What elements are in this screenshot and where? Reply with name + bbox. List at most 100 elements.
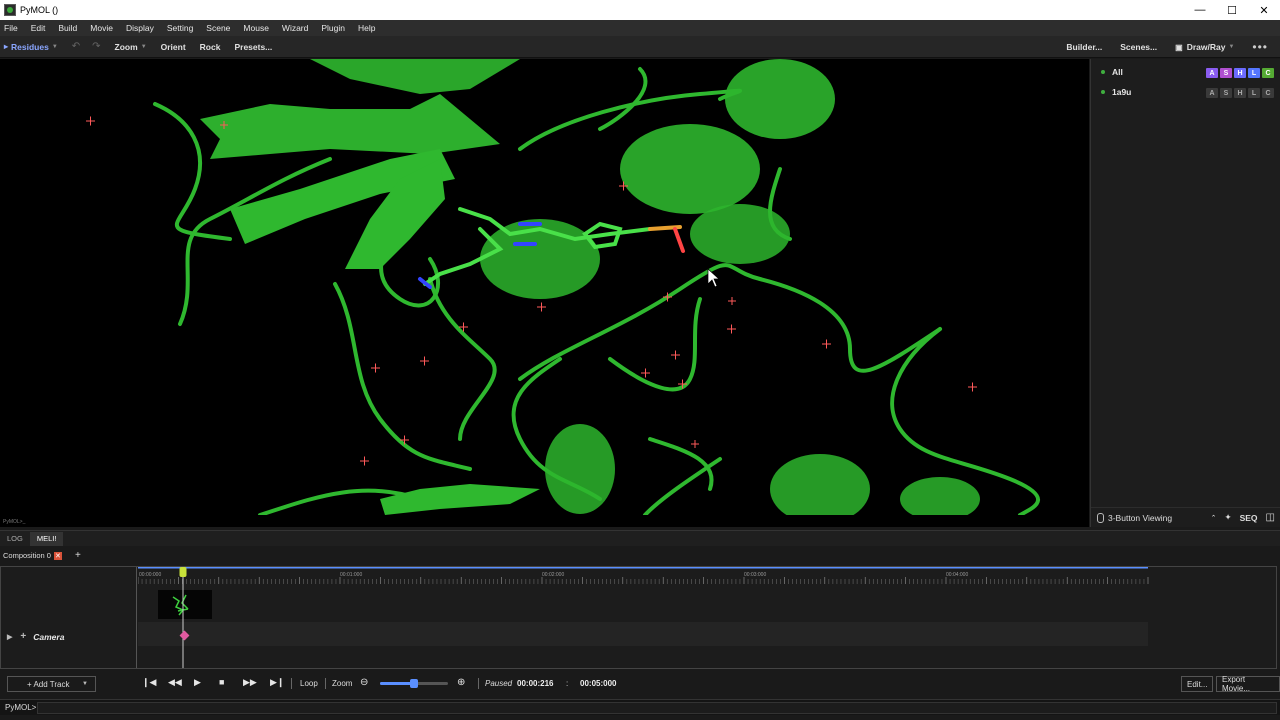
zoom-slider-thumb[interactable] [410, 679, 418, 688]
show-button[interactable]: S [1220, 68, 1232, 78]
menu-wizard[interactable]: Wizard [282, 23, 308, 33]
cursor-arrow-icon: ▸ [4, 42, 9, 51]
window-title: PyMOL () [20, 5, 59, 15]
menu-help[interactable]: Help [358, 23, 375, 33]
visibility-dot-icon[interactable] [1101, 70, 1105, 74]
more-options-icon[interactable]: ••• [1252, 40, 1268, 54]
timeline-top-line [138, 567, 1148, 569]
playhead-handle[interactable] [179, 567, 187, 577]
chevron-up-icon[interactable]: ⌃ [1211, 514, 1217, 522]
step-back-icon[interactable]: ◀◀ [168, 677, 182, 688]
add-keyframe-icon[interactable]: + [20, 631, 26, 642]
object-name: All [1112, 67, 1123, 77]
command-prompt: PyMOL> [5, 703, 37, 712]
undo-icon[interactable]: ↶ [72, 41, 80, 52]
object-row-1a9u[interactable]: 1a9u A S H L C [1091, 82, 1280, 102]
menu-build[interactable]: Build [58, 23, 77, 33]
toolbar-right: Builder... Scenes... ▣ Draw/Ray ▼ ••• [1066, 36, 1280, 58]
seq-toggle[interactable]: SEQ [1240, 513, 1258, 523]
menu-display[interactable]: Display [126, 23, 154, 33]
builder-button[interactable]: Builder... [1066, 42, 1102, 52]
close-icon[interactable]: ✕ [53, 551, 62, 560]
tab-movie[interactable]: MELI! [29, 531, 64, 546]
loop-toggle[interactable]: Loop [300, 679, 318, 688]
mouse-cursor-icon [707, 268, 720, 288]
scene-thumbnail[interactable] [158, 590, 212, 619]
protein-sheets [200, 59, 540, 515]
menu-scene[interactable]: Scene [206, 23, 230, 33]
action-button[interactable]: A [1206, 88, 1218, 98]
track-camera[interactable]: ▶ + Camera [7, 631, 64, 642]
menu-movie[interactable]: Movie [90, 23, 113, 33]
orient-button[interactable]: Orient [161, 42, 186, 52]
tab-log[interactable]: LOG [0, 532, 30, 546]
zoom-slider-fill [380, 682, 414, 685]
movie-timeline[interactable]: ▶ + Camera 00:00:000 00:01:000 00:02:000… [0, 566, 1277, 669]
camera-icon: ▣ [1175, 42, 1183, 52]
export-movie-button[interactable]: Export Movie... [1216, 675, 1280, 693]
tick-label-0: 00:00:000 [139, 572, 161, 578]
zoom-dropdown[interactable]: Zoom ▼ [115, 42, 147, 52]
end-time[interactable]: 00:05:000 [580, 679, 616, 688]
skip-to-start-icon[interactable]: ❙◀ [142, 677, 156, 688]
visibility-dot-icon[interactable] [1101, 90, 1105, 94]
magic-wand-icon[interactable]: ✦ [1224, 512, 1231, 523]
show-button[interactable]: S [1220, 88, 1232, 98]
mouse-mode-label: 3-Button Viewing [1108, 512, 1173, 523]
hide-button[interactable]: H [1234, 68, 1246, 78]
close-button[interactable]: ✕ [1248, 0, 1280, 20]
add-track-button[interactable]: + Add Track ▼ [7, 676, 96, 692]
step-forward-icon[interactable]: ▶▶ [243, 677, 257, 688]
action-button[interactable]: A [1206, 68, 1218, 78]
molecular-viewport[interactable] [0, 59, 1089, 515]
presets-button[interactable]: Presets... [234, 42, 272, 52]
minimize-button[interactable]: — [1184, 0, 1216, 20]
pymol-logo-icon [4, 4, 16, 16]
color-button[interactable]: C [1262, 68, 1274, 78]
timeline-ruler[interactable]: 00:00:000 00:01:000 00:02:000 00:03:000 … [138, 567, 1276, 668]
redo-icon[interactable]: ↷ [92, 41, 100, 52]
add-track-label: + Add Track [27, 679, 70, 689]
current-time: 00:00:216 [517, 679, 554, 688]
label-button[interactable]: L [1248, 88, 1260, 98]
viewport-status-text: PyMOL>_ [3, 519, 26, 525]
menu-bar: File Edit Build Movie Display Setting Sc… [0, 20, 1280, 36]
selection-mode-dropdown[interactable]: ▸ Residues ▼ [4, 42, 58, 52]
scenes-button[interactable]: Scenes... [1120, 42, 1157, 52]
label-button[interactable]: L [1248, 68, 1260, 78]
tick-label-4: 00:04:000 [946, 572, 968, 578]
zoom-in-icon[interactable]: ⊕ [457, 677, 465, 688]
skip-to-end-icon[interactable]: ▶❙ [270, 677, 284, 688]
menu-file[interactable]: File [4, 23, 18, 33]
stop-icon[interactable]: ■ [219, 677, 224, 687]
minor-ticks [138, 577, 1149, 584]
toolbar: ▸ Residues ▼ ↶ ↷ Zoom ▼ Orient Rock Pres… [0, 36, 1280, 58]
hide-button[interactable]: H [1234, 88, 1246, 98]
selection-mode-label: Residues [11, 41, 49, 52]
color-button[interactable]: C [1262, 88, 1274, 98]
draw-ray-dropdown[interactable]: ▣ Draw/Ray ▼ [1175, 42, 1234, 52]
composition-tab[interactable]: Composition 0 ✕ [3, 551, 62, 560]
mouse-mode-button[interactable]: 3-Button Viewing [1097, 512, 1173, 523]
time-separator: : [566, 679, 569, 688]
zoom-slider[interactable] [380, 679, 448, 688]
expand-triangle-icon[interactable]: ▶ [7, 633, 12, 641]
chevron-down-icon: ▼ [51, 43, 58, 50]
maximize-button[interactable]: ☐ [1216, 0, 1248, 20]
menu-plugin[interactable]: Plugin [321, 23, 345, 33]
zoom-out-icon[interactable]: ⊖ [360, 677, 368, 688]
command-line: PyMOL> [0, 699, 1280, 715]
add-composition-button[interactable]: + [75, 550, 81, 561]
menu-mouse[interactable]: Mouse [243, 23, 269, 33]
composition-tab-bar: Composition 0 ✕ + [0, 547, 1280, 564]
menu-setting[interactable]: Setting [167, 23, 193, 33]
play-icon[interactable]: ▶ [194, 677, 201, 688]
object-panel: All A S H L C 1a9u A S H L C 3-Button Vi… [1090, 59, 1280, 527]
layout-icon[interactable]: ◫ [1266, 512, 1275, 523]
edit-button[interactable]: Edit... [1181, 676, 1214, 692]
object-row-all[interactable]: All A S H L C [1091, 62, 1280, 82]
rock-button[interactable]: Rock [200, 42, 221, 52]
menu-edit[interactable]: Edit [31, 23, 46, 33]
viewport-status: PyMOL>_ [0, 515, 1089, 527]
command-input[interactable] [37, 702, 1277, 714]
